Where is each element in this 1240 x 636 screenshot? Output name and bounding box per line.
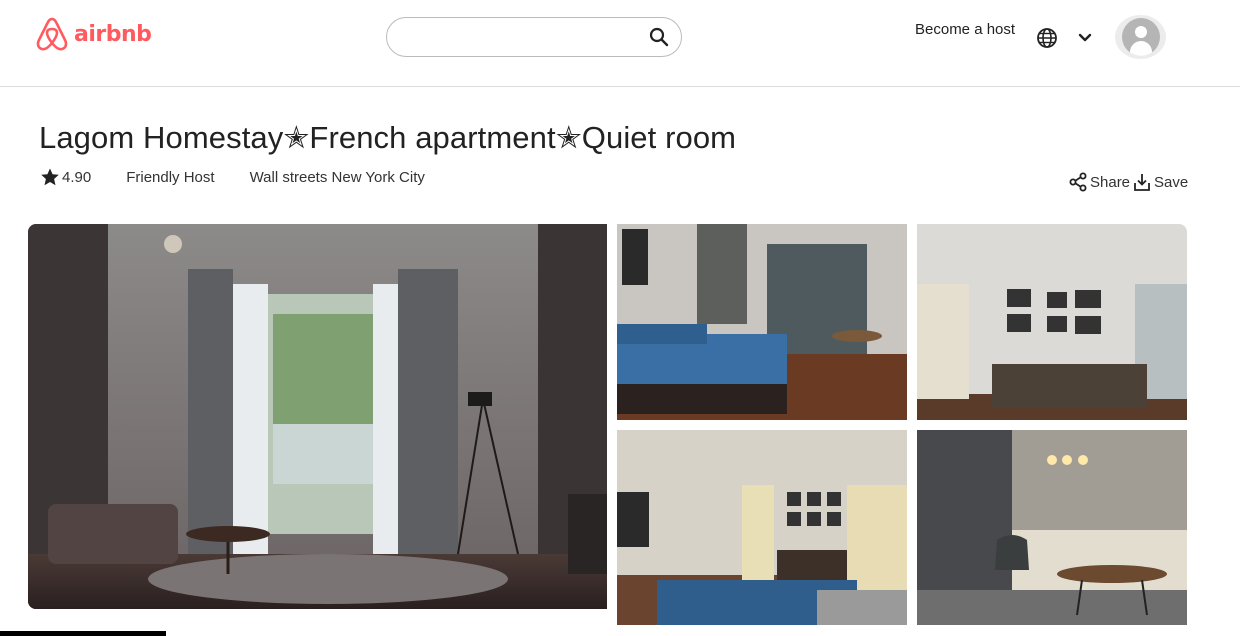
deer-picture-photo-image: [617, 430, 907, 625]
search-bar[interactable]: [386, 17, 682, 57]
save-label: Save: [1154, 173, 1189, 191]
save-icon: [1134, 174, 1150, 191]
scrollbar-handle[interactable]: [0, 631, 166, 636]
become-host-link[interactable]: Become a host: [915, 21, 1015, 38]
dresser-photo-image: [917, 224, 1187, 420]
globe-icon[interactable]: [1036, 27, 1058, 49]
site-header: airbnb Become a host: [0, 0, 1240, 87]
airbnb-logo[interactable]: airbnb: [34, 15, 152, 53]
chair-table-photo-image: [917, 430, 1187, 625]
listing-actions: Share Save: [1068, 172, 1188, 192]
gallery-photo-top-left[interactable]: [617, 224, 907, 420]
share-icon: [1069, 172, 1087, 192]
share-label: Share: [1090, 173, 1131, 191]
search-input[interactable]: [403, 26, 633, 48]
gallery-photo-main[interactable]: [28, 224, 607, 609]
gallery-photo-bottom-left[interactable]: [617, 430, 907, 625]
chevron-down-icon[interactable]: [1077, 31, 1093, 45]
star-icon: [41, 168, 59, 186]
user-avatar-button[interactable]: [1115, 15, 1166, 59]
gallery-photo-bottom-right[interactable]: [917, 430, 1187, 625]
listing-meta: 4.90 Friendly Host Wall streets New York…: [40, 166, 425, 188]
listing-title: Lagom Homestay✭French apartment✭Quiet ro…: [39, 120, 737, 155]
gallery-photo-top-right[interactable]: [917, 224, 1187, 420]
save-button[interactable]: Save: [1132, 172, 1188, 192]
blue-bed-photo-image: [617, 224, 907, 420]
listing-location[interactable]: Wall streets New York City: [250, 169, 425, 186]
host-label: Friendly Host: [126, 168, 215, 186]
user-avatar-icon: [1121, 18, 1160, 56]
search-icon[interactable]: [649, 27, 669, 47]
share-button[interactable]: Share: [1068, 172, 1130, 192]
listing-rating: 4.90: [62, 168, 92, 186]
logo-text: airbnb: [74, 21, 152, 47]
airbnb-logo-icon: [36, 17, 68, 51]
bedroom-photo-image: [28, 224, 607, 609]
